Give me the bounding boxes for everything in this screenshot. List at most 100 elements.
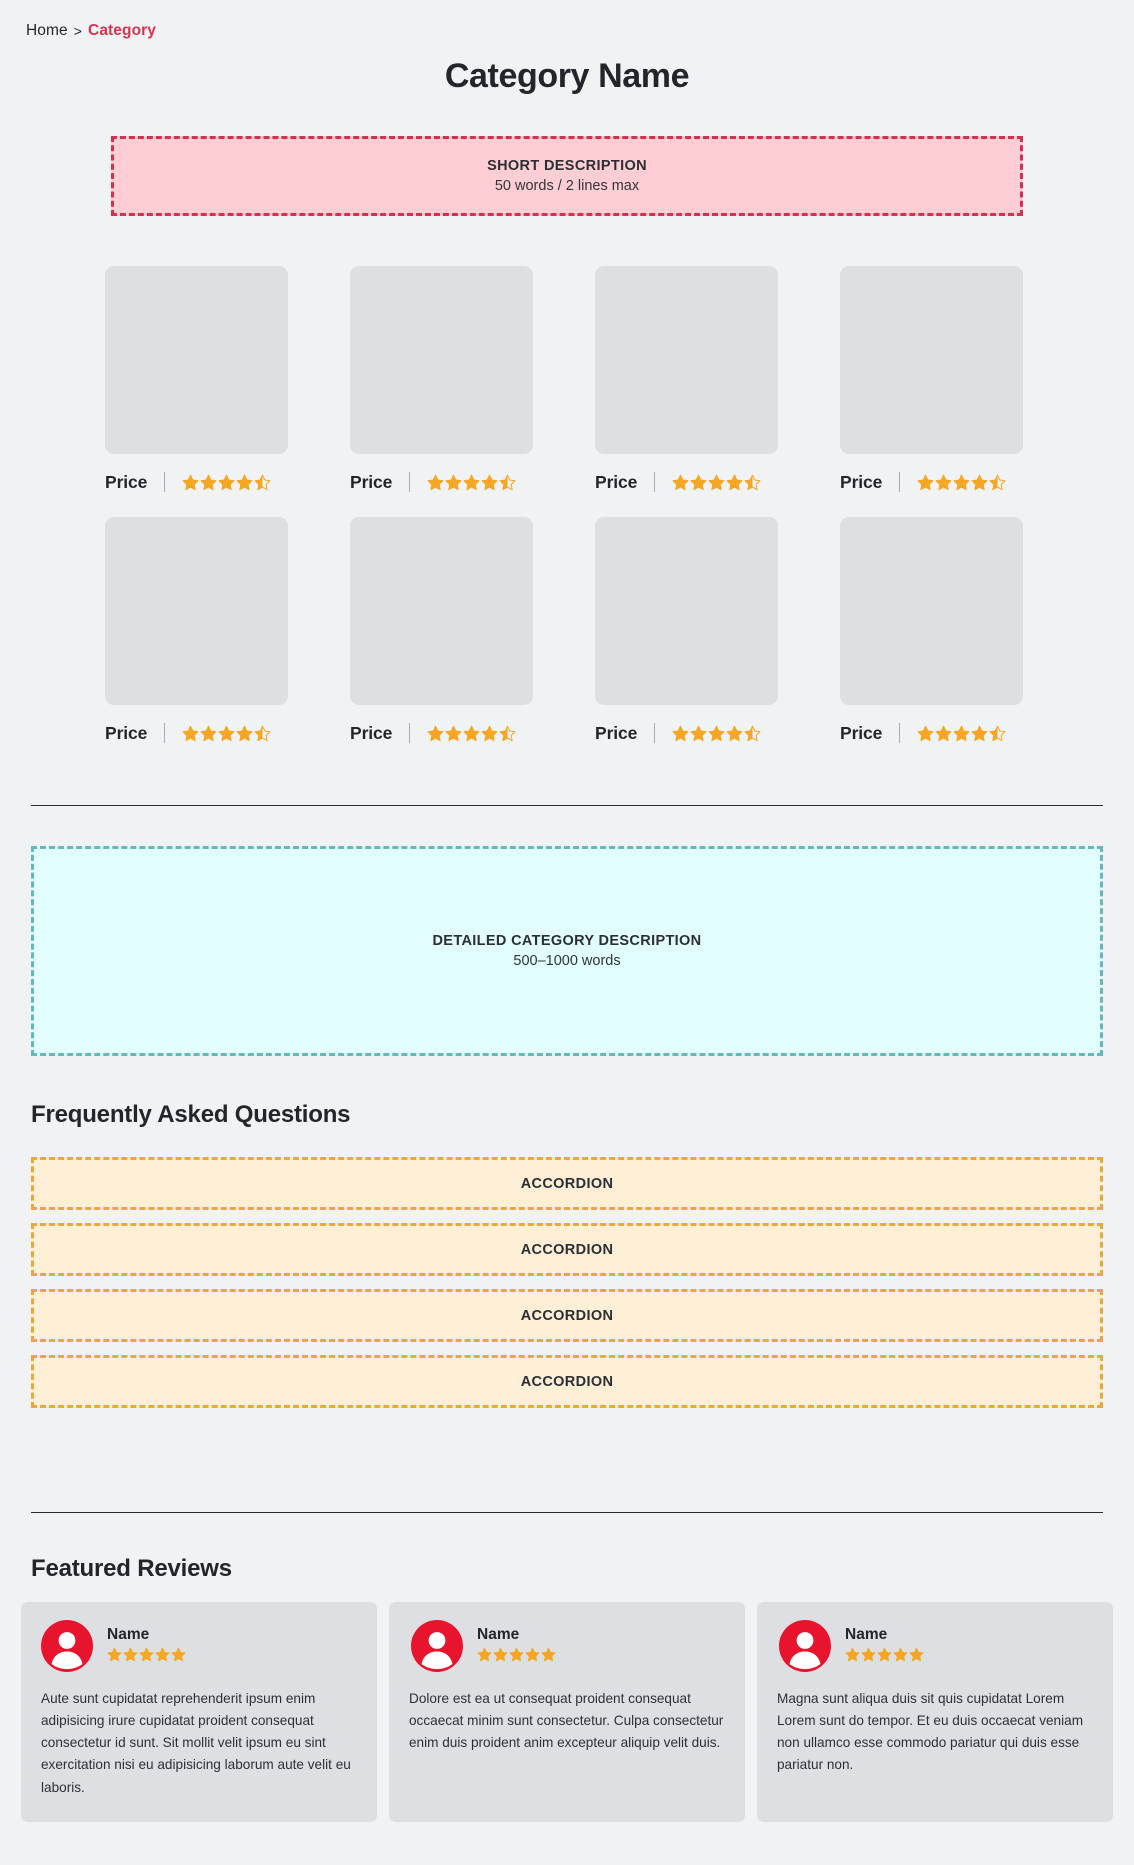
product-image-placeholder[interactable] xyxy=(595,266,778,454)
star-icon xyxy=(690,474,707,491)
star-icon xyxy=(200,474,217,491)
product-grid: Price Price Price Price Price Price Price Price xyxy=(105,266,1029,743)
review-rating-stars xyxy=(845,1647,924,1667)
product-rating-stars xyxy=(427,725,516,742)
star-icon xyxy=(877,1647,892,1667)
star-icon xyxy=(218,725,235,742)
product-card[interactable]: Price xyxy=(105,266,288,492)
star-icon xyxy=(690,725,707,742)
star-icon xyxy=(726,474,743,491)
user-avatar-icon xyxy=(41,1620,93,1672)
product-card[interactable]: Price xyxy=(595,266,778,492)
faq-accordion-item[interactable]: ACCORDION xyxy=(31,1355,1103,1408)
product-card[interactable]: Price xyxy=(595,517,778,743)
star-icon xyxy=(155,1647,170,1667)
reviewer-name: Name xyxy=(845,1625,888,1643)
user-avatar-icon xyxy=(779,1620,831,1672)
star-icon xyxy=(499,474,516,491)
product-image-placeholder[interactable] xyxy=(350,517,533,705)
star-icon xyxy=(989,725,1006,742)
star-icon xyxy=(427,474,444,491)
product-meta: Price xyxy=(105,472,288,492)
product-card[interactable]: Price xyxy=(105,517,288,743)
star-icon xyxy=(935,474,952,491)
review-card: Name Magna sunt aliqua duis sit quis cupi… xyxy=(757,1602,1113,1822)
star-icon xyxy=(509,1647,524,1667)
star-icon xyxy=(200,725,217,742)
faq-accordion-item[interactable]: ACCORDION xyxy=(31,1223,1103,1276)
star-icon xyxy=(182,725,199,742)
product-price-label: Price xyxy=(105,722,148,743)
product-price-label: Price xyxy=(350,722,393,743)
product-image-placeholder[interactable] xyxy=(350,266,533,454)
product-rating-stars xyxy=(917,474,1006,491)
star-icon xyxy=(935,725,952,742)
product-card[interactable]: Price xyxy=(840,517,1023,743)
product-price-label: Price xyxy=(105,471,148,492)
product-card[interactable]: Price xyxy=(350,266,533,492)
star-icon xyxy=(708,725,725,742)
meta-divider xyxy=(409,723,411,743)
faq-accordion-list: ACCORDION ACCORDION ACCORDION ACCORDION xyxy=(31,1157,1103,1408)
faq-accordion-item[interactable]: ACCORDION xyxy=(31,1157,1103,1210)
meta-divider xyxy=(164,723,166,743)
review-header: Name xyxy=(409,1620,725,1672)
star-icon xyxy=(107,1647,122,1667)
product-image-placeholder[interactable] xyxy=(840,266,1023,454)
product-price-label: Price xyxy=(595,722,638,743)
star-icon xyxy=(182,474,199,491)
star-icon xyxy=(254,474,271,491)
category-page: Home > Category Category Name SHORT DESC… xyxy=(0,0,1134,1865)
product-image-placeholder[interactable] xyxy=(840,517,1023,705)
faq-accordion-label: ACCORDION xyxy=(520,1373,614,1390)
review-rating-stars xyxy=(477,1647,556,1667)
star-icon xyxy=(254,725,271,742)
product-price-label: Price xyxy=(350,471,393,492)
star-icon xyxy=(218,474,235,491)
reviewer-identity: Name xyxy=(477,1626,556,1667)
reviewer-name: Name xyxy=(107,1625,150,1643)
product-price-label: Price xyxy=(840,471,883,492)
star-icon xyxy=(971,725,988,742)
short-description-placeholder: SHORT DESCRIPTION 50 words / 2 lines max xyxy=(111,136,1023,216)
product-meta: Price xyxy=(595,472,778,492)
faq-accordion-label: ACCORDION xyxy=(520,1307,614,1324)
reviewer-identity: Name xyxy=(845,1626,924,1667)
star-icon xyxy=(171,1647,186,1667)
meta-divider xyxy=(899,723,901,743)
breadcrumb-current-category[interactable]: Category xyxy=(88,22,156,40)
star-icon xyxy=(845,1647,860,1667)
review-text: Aute sunt cupidatat reprehenderit ipsum … xyxy=(41,1691,351,1795)
review-text: Magna sunt aliqua duis sit quis cupidata… xyxy=(777,1691,1084,1773)
product-image-placeholder[interactable] xyxy=(105,517,288,705)
star-icon xyxy=(481,725,498,742)
faq-heading: Frequently Asked Questions xyxy=(31,1101,351,1128)
star-icon xyxy=(236,474,253,491)
featured-reviews-list: Name Aute sunt cupidatat reprehenderit ip… xyxy=(21,1602,1113,1822)
product-meta: Price xyxy=(350,723,533,743)
star-icon xyxy=(917,474,934,491)
faq-accordion-item[interactable]: ACCORDION xyxy=(31,1289,1103,1342)
detailed-description-title: DETAILED CATEGORY DESCRIPTION xyxy=(432,933,702,949)
product-rating-stars xyxy=(917,725,1006,742)
breadcrumb-home-link[interactable]: Home xyxy=(26,22,68,40)
faq-accordion-label: ACCORDION xyxy=(520,1175,614,1192)
review-text: Dolore est ea ut consequat proident cons… xyxy=(409,1691,724,1751)
product-rating-stars xyxy=(182,725,271,742)
breadcrumb: Home > Category xyxy=(26,22,156,40)
star-icon xyxy=(917,725,934,742)
product-image-placeholder[interactable] xyxy=(105,266,288,454)
star-icon xyxy=(123,1647,138,1667)
star-icon xyxy=(726,725,743,742)
star-icon xyxy=(541,1647,556,1667)
section-divider-top xyxy=(31,805,1103,806)
star-icon xyxy=(672,725,689,742)
star-icon xyxy=(971,474,988,491)
faq-accordion-label: ACCORDION xyxy=(520,1241,614,1258)
product-card[interactable]: Price xyxy=(840,266,1023,492)
review-rating-stars xyxy=(107,1647,186,1667)
product-image-placeholder[interactable] xyxy=(595,517,778,705)
product-meta: Price xyxy=(840,723,1023,743)
star-icon xyxy=(481,474,498,491)
product-card[interactable]: Price xyxy=(350,517,533,743)
